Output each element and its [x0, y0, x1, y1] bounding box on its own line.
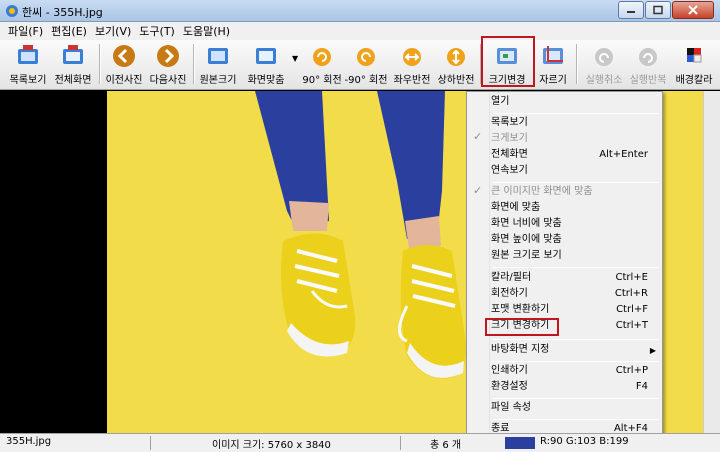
undo-button[interactable]: 실행취소 [582, 40, 626, 88]
submenu-arrow-icon: ▶ [649, 346, 656, 355]
undo-icon [595, 48, 613, 66]
flip-horizontal-button[interactable]: 좌우반전 [392, 40, 432, 88]
ctx-item-fullscreen[interactable]: 전체화면 Alt+Enter [491, 147, 656, 163]
toolbar-separator [99, 44, 100, 84]
title-bar: 한씨 - 355H.jpg [0, 0, 720, 22]
toolbar: 목록보기 전체화면 이전사진 다음사진 원본크기 화면맞춤 ▼ 90° 회전 -… [0, 36, 720, 90]
menu-separator [493, 339, 658, 340]
ctx-item-convert-format[interactable]: 포맷 변환하기 Ctrl+F [491, 302, 656, 318]
menu-tools[interactable]: 도구(T) [135, 23, 179, 39]
minimize-button[interactable] [618, 1, 644, 19]
rotate-ccw-icon [357, 48, 375, 66]
redo-button[interactable]: 실행반복 [626, 40, 670, 88]
next-arrow-icon [157, 45, 179, 67]
ctx-item-set-wallpaper[interactable]: 바탕화면 지정 [491, 342, 656, 358]
fit-screen-icon [256, 48, 276, 64]
flip-vertical-button[interactable]: 상하반전 [436, 40, 476, 88]
menu-separator [493, 419, 658, 420]
original-size-icon [208, 48, 228, 64]
window-title: 한씨 - 355H.jpg [22, 6, 103, 19]
vertical-scrollbar[interactable] [703, 91, 720, 433]
fullscreen-button[interactable]: 전체화면 [53, 40, 93, 88]
ctx-item-fit-width[interactable]: 화면 너비에 맞춤 [491, 216, 656, 232]
rotate-cw-button[interactable]: 90° 회전 [300, 40, 344, 88]
status-color-swatch [505, 437, 535, 449]
ctx-item-large-view[interactable]: 크게보기 [491, 131, 656, 147]
ctx-item-original-size[interactable]: 원본 크기로 보기 [491, 248, 656, 264]
check-icon: ✓ [473, 184, 483, 197]
close-button[interactable] [672, 1, 714, 19]
menu-file[interactable]: 파일(F) [4, 23, 47, 39]
ctx-item-open[interactable]: 열기 [491, 94, 656, 110]
ctx-item-list-view[interactable]: 목록보기 [491, 115, 656, 131]
status-divider [400, 436, 401, 450]
previous-arrow-icon [113, 45, 135, 67]
menu-separator [493, 113, 658, 114]
fit-dropdown-arrow-icon[interactable]: ▼ [292, 54, 298, 63]
list-view-button[interactable]: 목록보기 [8, 40, 48, 88]
menu-separator [493, 398, 658, 399]
ctx-item-settings[interactable]: 환경설정 F4 [491, 379, 656, 395]
menu-separator [493, 182, 658, 183]
next-photo-button[interactable]: 다음사진 [148, 40, 188, 88]
context-menu-gutter [468, 93, 490, 436]
status-total: 총 6 개 [430, 440, 462, 451]
menu-edit[interactable]: 편집(E) [47, 23, 91, 39]
background-color-icon [687, 48, 702, 63]
status-bar: 355H.jpg 이미지 크기: 5760 x 3840 총 6 개 R:90 … [0, 433, 720, 452]
menu-help[interactable]: 도움말(H) [179, 23, 234, 39]
ctx-item-slideshow[interactable]: 연속보기 [491, 163, 656, 179]
menu-separator [493, 267, 658, 268]
ctx-item-print[interactable]: 인쇄하기 Ctrl+P [491, 363, 656, 379]
app-icon [6, 5, 18, 17]
check-icon: ✓ [473, 130, 483, 143]
close-icon [688, 5, 698, 15]
ctx-item-fit-height[interactable]: 화면 높이에 맞춤 [491, 232, 656, 248]
ctx-item-fit-screen[interactable]: 화면에 맞춤 [491, 200, 656, 216]
background-color-button[interactable]: 배경칼라 [672, 40, 716, 88]
menu-bar: 파일(F) 편집(E) 보기(V) 도구(T) 도움말(H) [0, 22, 720, 40]
toolbar-separator [193, 44, 194, 84]
rotate-cw-icon [313, 48, 331, 66]
crop-icon [543, 46, 563, 64]
list-view-icon [18, 45, 38, 64]
redo-icon [639, 48, 657, 66]
previous-photo-button[interactable]: 이전사진 [104, 40, 144, 88]
sneakers-photo [255, 91, 466, 379]
flip-horizontal-icon [403, 48, 421, 66]
minimize-icon [627, 11, 635, 13]
resize-menu-highlight-box [485, 318, 559, 336]
toolbar-separator [576, 44, 577, 84]
menu-view[interactable]: 보기(V) [91, 23, 135, 39]
fit-screen-button[interactable]: 화면맞춤 [245, 40, 287, 88]
ctx-item-fit-large-only[interactable]: 큰 이미지만 화면에 맞춤 [491, 184, 656, 200]
status-image-size: 이미지 크기: 5760 x 3840 [212, 440, 331, 451]
ctx-item-rotate[interactable]: 회전하기 Ctrl+R [491, 286, 656, 302]
crop-button[interactable]: 자르기 [535, 40, 571, 88]
menu-separator [493, 361, 658, 362]
context-menu: 열기 목록보기 ✓ 크게보기 전체화면 Alt+Enter 연속보기 ✓ 큰 이미… [466, 91, 663, 438]
status-color-value: R:90 G:103 B:199 [540, 436, 629, 447]
ctx-item-color-filter[interactable]: 칼라/필터 Ctrl+E [491, 270, 656, 286]
maximize-button[interactable] [645, 1, 671, 19]
resize-highlight-box [481, 36, 535, 87]
photo-canvas [107, 91, 467, 433]
rotate-ccw-button[interactable]: -90° 회전 [344, 40, 388, 88]
original-size-button[interactable]: 원본크기 [198, 40, 238, 88]
status-divider [150, 436, 151, 450]
ctx-item-file-properties[interactable]: 파일 속성 [491, 400, 656, 416]
status-filename: 355H.jpg [6, 436, 52, 447]
flip-vertical-icon [447, 48, 465, 66]
maximize-icon [653, 5, 663, 15]
fullscreen-icon [63, 45, 83, 64]
